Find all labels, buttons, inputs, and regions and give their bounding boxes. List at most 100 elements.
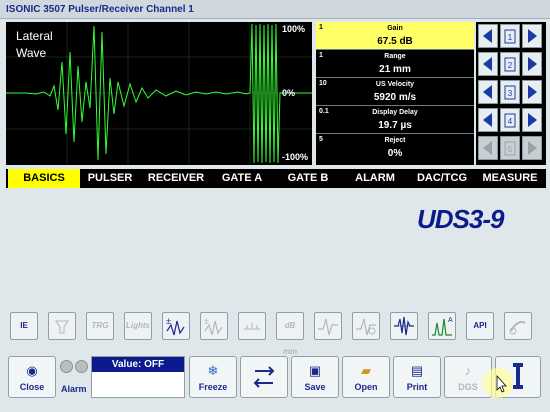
control-row-velocity: 3 bbox=[476, 78, 546, 106]
gain-a-button[interactable]: ± bbox=[162, 312, 190, 340]
print-button[interactable]: ▤ Print bbox=[393, 356, 441, 398]
probe-button bbox=[504, 312, 532, 340]
menu-alarm[interactable]: ALARM bbox=[346, 169, 404, 188]
menu-gate-b[interactable]: GATE B bbox=[276, 169, 340, 188]
svg-text:3: 3 bbox=[508, 89, 513, 98]
param-value: 5920 m/s bbox=[373, 92, 417, 103]
svg-text:4: 4 bbox=[508, 117, 513, 126]
arrow-left-icon bbox=[483, 29, 492, 43]
decrease-button[interactable] bbox=[478, 80, 498, 104]
step-icon: 4 bbox=[504, 113, 516, 128]
arrow-left-icon bbox=[483, 113, 492, 127]
freeze-button[interactable]: ❄ Freeze bbox=[189, 356, 237, 398]
gain-b-icon: ± bbox=[204, 316, 223, 336]
step-button: 5 bbox=[500, 136, 520, 160]
menu-basics[interactable]: BASICS bbox=[8, 169, 80, 188]
value-text: Value: OFF bbox=[92, 357, 184, 372]
menu-dac-tcg[interactable]: DAC/TCG bbox=[408, 169, 476, 188]
value-display: Value: OFF bbox=[91, 356, 185, 398]
trg-icon: TRG bbox=[91, 321, 109, 330]
ruler-button bbox=[238, 312, 266, 340]
scale-bottom-label: -100% bbox=[282, 152, 309, 162]
arrow-right-icon bbox=[528, 85, 537, 99]
peak-icon bbox=[318, 318, 338, 336]
ie-button[interactable]: IE bbox=[10, 312, 38, 340]
control-row-range: 2 bbox=[476, 50, 546, 78]
a-scan-button[interactable]: A bbox=[428, 312, 456, 340]
peak-button bbox=[314, 312, 342, 340]
rf-waveform-button[interactable] bbox=[390, 312, 418, 340]
rf-waveform-icon bbox=[394, 316, 414, 336]
scale-mid-label: 0% bbox=[282, 88, 296, 98]
control-row-delay: 4 bbox=[476, 106, 546, 134]
menu-measure[interactable]: MEASURE bbox=[476, 169, 544, 188]
alarm-led-2 bbox=[75, 360, 88, 373]
param-reject[interactable]: 5 Reject 0% bbox=[316, 134, 474, 162]
param-label: Display Delay bbox=[372, 109, 418, 116]
lateral-wave-annotation: Lateral Wave bbox=[16, 29, 53, 60]
save-button[interactable]: ▣ Save bbox=[291, 356, 339, 398]
api-button[interactable]: API bbox=[466, 312, 494, 340]
decrease-button[interactable] bbox=[478, 108, 498, 132]
menu-bar: BASICS PULSER RECEIVER GATE A GATE B ALA… bbox=[6, 169, 546, 188]
step-icon: 2 bbox=[504, 57, 516, 72]
parameter-controls: 1 2 3 4 5 bbox=[476, 22, 546, 165]
increase-button[interactable] bbox=[522, 80, 542, 104]
increase-button[interactable] bbox=[522, 24, 542, 48]
param-label: Range bbox=[384, 53, 406, 60]
svg-text:5: 5 bbox=[508, 145, 513, 154]
floppy-icon: ▣ bbox=[308, 363, 322, 378]
folder-icon: ▰ bbox=[361, 363, 371, 378]
title-bar: ISONIC 3507 Pulser/Receiver Channel 1 bbox=[0, 0, 550, 19]
ruler-icon bbox=[244, 323, 260, 330]
arrow-left-icon bbox=[483, 57, 492, 71]
fill-button bbox=[48, 312, 76, 340]
decrease-button bbox=[478, 136, 498, 160]
decrease-button[interactable] bbox=[478, 52, 498, 76]
svg-text:±: ± bbox=[204, 316, 209, 326]
db-mm-button: dB mm bbox=[276, 312, 304, 356]
param-label: Reject bbox=[384, 137, 406, 144]
menu-pulser[interactable]: PULSER bbox=[80, 169, 140, 188]
step-icon: 1 bbox=[504, 29, 516, 44]
param-value: 67.5 dB bbox=[377, 36, 413, 47]
close-icon: ◉ bbox=[26, 363, 38, 378]
peak-memory-icon bbox=[356, 318, 376, 336]
control-row-reject: 5 bbox=[476, 134, 546, 162]
snowflake-icon: ❄ bbox=[207, 363, 219, 378]
param-us-velocity[interactable]: 10 US Velocity 5920 m/s bbox=[316, 78, 474, 106]
decrease-button[interactable] bbox=[478, 24, 498, 48]
param-gain[interactable]: 1 Gain 67.5 dB bbox=[316, 22, 474, 50]
control-row-gain: 1 bbox=[476, 22, 546, 50]
svg-text:2: 2 bbox=[508, 61, 513, 70]
step-button[interactable]: 2 bbox=[500, 52, 520, 76]
alarm-indicator: Alarm bbox=[58, 356, 90, 398]
alarm-led-1 bbox=[60, 360, 73, 373]
step-icon: 3 bbox=[504, 85, 516, 100]
increase-button[interactable] bbox=[522, 52, 542, 76]
menu-gate-a[interactable]: GATE A bbox=[212, 169, 272, 188]
lights-button: Lights bbox=[124, 312, 152, 340]
brand-logo: UDS3-9 bbox=[417, 204, 504, 234]
step-button[interactable]: 1 bbox=[500, 24, 520, 48]
param-value: 19.7 µs bbox=[378, 120, 412, 131]
open-button[interactable]: ▰ Open bbox=[342, 356, 390, 398]
svg-text:1: 1 bbox=[508, 33, 513, 42]
a-scan-display: Lateral Wave 100% 0% -100% bbox=[6, 22, 312, 165]
menu-receiver[interactable]: RECEIVER bbox=[140, 169, 212, 188]
printer-icon: ▤ bbox=[410, 363, 424, 378]
close-button[interactable]: ◉ Close bbox=[8, 356, 56, 398]
increase-button[interactable] bbox=[522, 108, 542, 132]
step-icon: 5 bbox=[504, 141, 516, 156]
param-display-delay[interactable]: 0.1 Display Delay 19.7 µs bbox=[316, 106, 474, 134]
a-scan-icon: A bbox=[432, 317, 453, 336]
swap-button[interactable] bbox=[240, 356, 288, 398]
arrow-right-icon bbox=[528, 113, 537, 127]
param-range[interactable]: 1 Range 21 mm bbox=[316, 50, 474, 78]
probe-icon bbox=[509, 321, 526, 335]
increase-button bbox=[522, 136, 542, 160]
arrow-right-icon bbox=[528, 29, 537, 43]
step-button[interactable]: 4 bbox=[500, 108, 520, 132]
arrow-left-icon bbox=[483, 85, 492, 99]
step-button[interactable]: 3 bbox=[500, 80, 520, 104]
